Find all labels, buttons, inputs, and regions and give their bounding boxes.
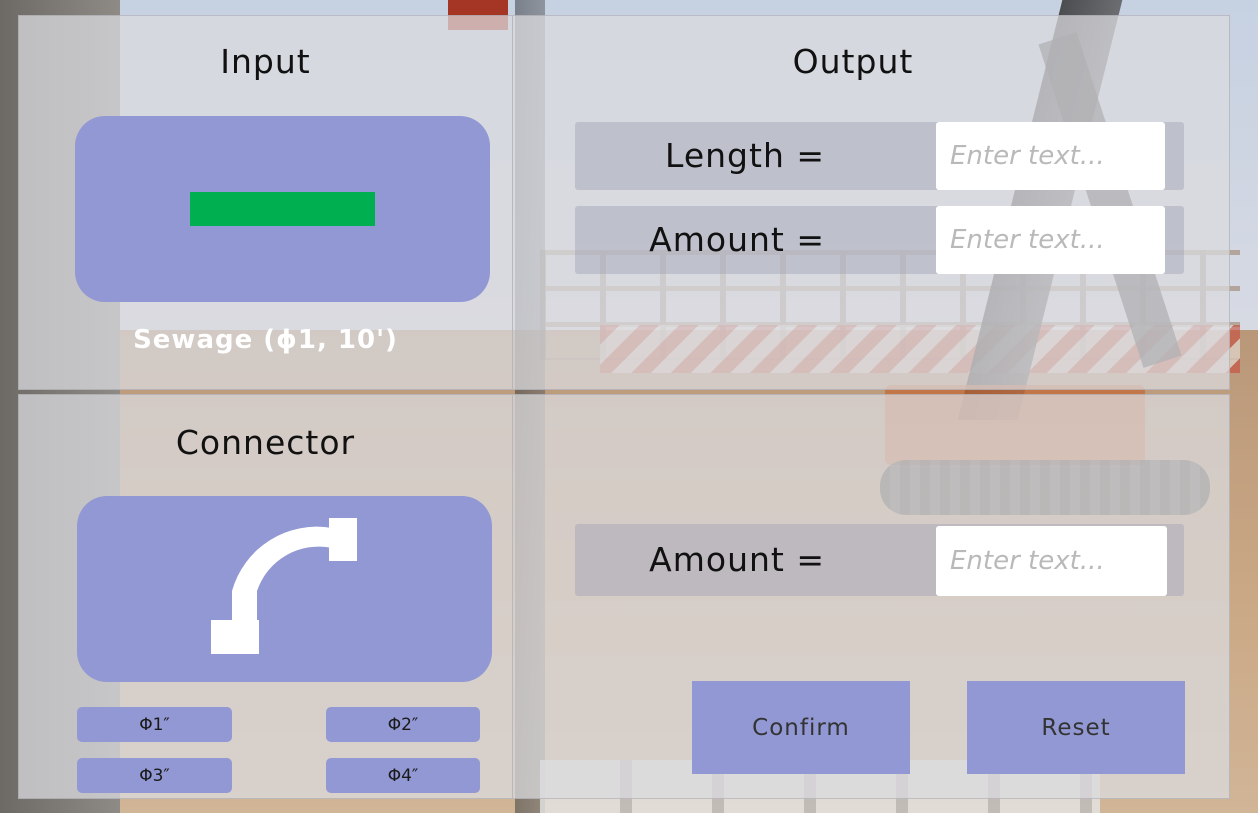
output-panel: Output Length = Amount = — [512, 15, 1230, 390]
diameter-4-button[interactable]: Φ4″ — [326, 758, 480, 793]
diameter-1-button[interactable]: Φ1″ — [77, 707, 232, 742]
output-title: Output — [792, 42, 914, 81]
confirm-button[interactable]: Confirm — [692, 681, 910, 774]
connector-amount-input[interactable] — [936, 526, 1167, 596]
diameter-2-button[interactable]: Φ2″ — [326, 707, 480, 742]
input-title: Input — [220, 42, 311, 81]
output-amount-input[interactable] — [936, 206, 1165, 274]
input-pipe-label: Sewage (ϕ1, 10') — [133, 325, 398, 355]
output-amount-label: Amount = — [649, 220, 825, 259]
diameter-3-button[interactable]: Φ3″ — [77, 758, 232, 793]
elbow-connector-icon — [211, 518, 357, 654]
input-panel: Input Sewage (ϕ1, 10') — [18, 15, 513, 390]
length-row: Length = — [575, 122, 1184, 190]
connector-amount-label: Amount = — [649, 540, 825, 579]
connector-panel: Connector Φ1″ Φ2″ Φ3″ Φ4″ — [18, 394, 513, 799]
elbow-end-bottom — [211, 620, 259, 654]
output-amount-row: Amount = — [575, 206, 1184, 274]
connector-output-panel: Amount = Confirm Reset — [512, 394, 1230, 799]
connector-card[interactable] — [77, 496, 492, 682]
pipe-segment — [190, 192, 375, 226]
input-pipe-card[interactable] — [75, 116, 490, 302]
connector-title: Connector — [175, 423, 356, 462]
straight-pipe-icon — [190, 192, 375, 226]
length-input[interactable] — [936, 122, 1165, 190]
connector-amount-row: Amount = — [575, 524, 1184, 596]
elbow-end-top — [329, 518, 357, 561]
length-label: Length = — [665, 136, 825, 175]
reset-button[interactable]: Reset — [967, 681, 1185, 774]
